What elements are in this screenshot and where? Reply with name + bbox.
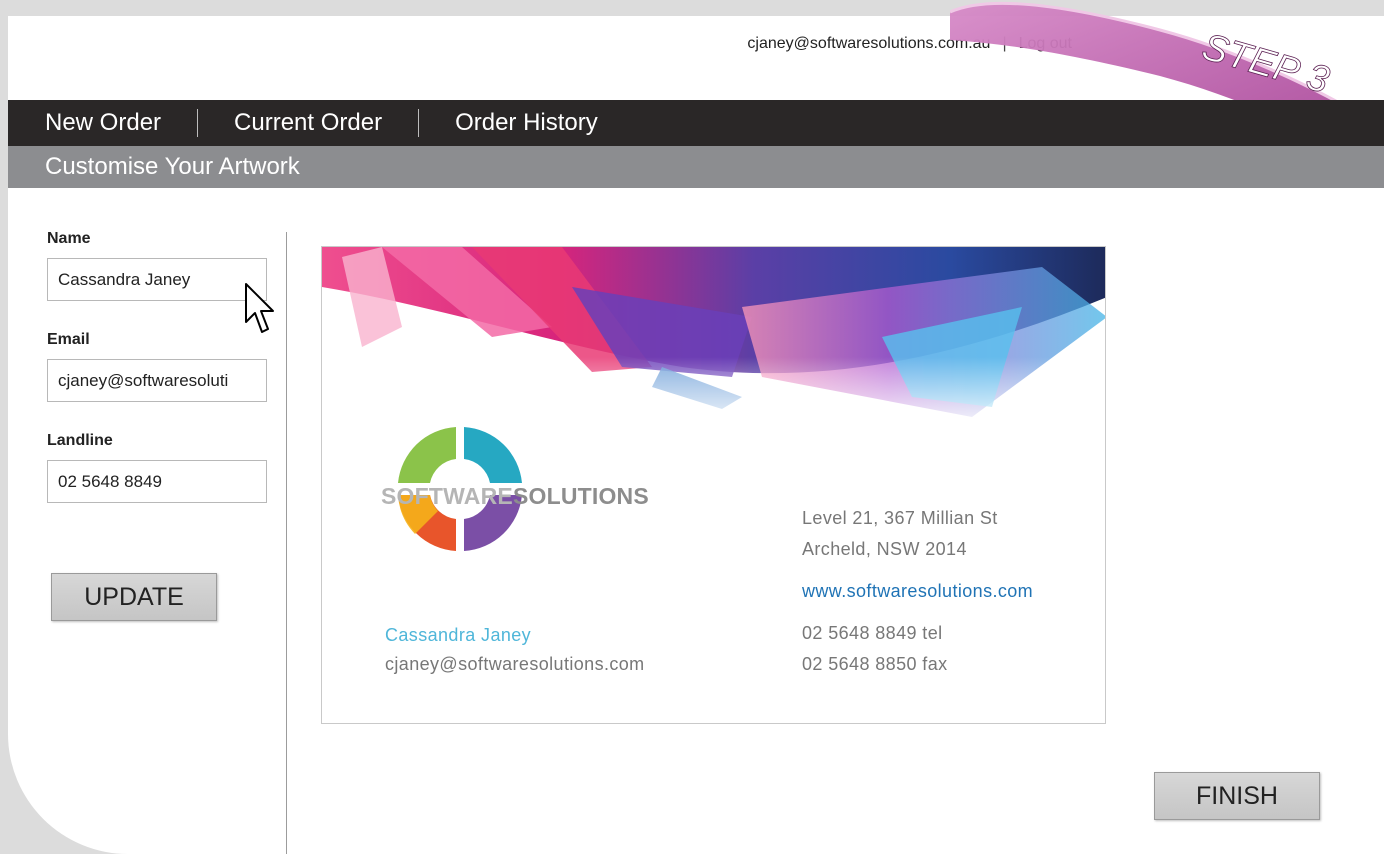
address-line-1: Level 21, 367 Millian St <box>802 508 998 528</box>
card-person-name: Cassandra Janey <box>385 625 532 645</box>
landline-label: Landline <box>47 432 113 449</box>
email-label: Email <box>47 331 90 348</box>
card-contact-block: Level 21, 367 Millian St Archeld, NSW 20… <box>802 503 1033 680</box>
business-card-preview: SOFTWARESOLUTIONS Level 21, 367 Millian … <box>321 246 1106 724</box>
card-banner-graphic <box>322 247 1105 432</box>
website-text: www.softwaresolutions.com <box>802 581 1034 601</box>
logo-text-solutions: SOLUTIONS <box>512 483 649 509</box>
card-person-email: cjaney@softwaresolutions.com <box>385 654 645 674</box>
card-person-block: Cassandra Janey cjaney@softwaresolutions… <box>385 621 645 679</box>
logout-link[interactable]: Log out <box>1019 35 1072 53</box>
user-email: cjaney@softwaresolutions.com.au <box>747 35 991 52</box>
landline-input[interactable] <box>47 460 267 503</box>
nav-order-history[interactable]: Order History <box>419 109 634 137</box>
email-input[interactable] <box>47 359 267 402</box>
phone-tel: 02 5648 8849 tel <box>802 623 943 643</box>
nav-current-order[interactable]: Current Order <box>198 109 418 137</box>
update-button[interactable]: UPDATE <box>51 573 217 621</box>
artwork-form: Name Email Landline <box>47 230 269 533</box>
name-input[interactable] <box>47 258 267 301</box>
column-divider <box>286 232 287 854</box>
section-title: Customise Your Artwork <box>45 153 300 180</box>
finish-button[interactable]: FINISH <box>1154 772 1320 820</box>
nav-new-order[interactable]: New Order <box>8 109 197 137</box>
company-logo-text: SOFTWARESOLUTIONS <box>381 483 649 510</box>
section-header: Customise Your Artwork <box>8 146 1384 188</box>
account-bar: cjaney@softwaresolutions.com.au | Log ou… <box>747 34 1072 54</box>
main-nav: New Order Current Order Order History <box>8 100 1384 146</box>
account-separator: | <box>1002 35 1007 52</box>
name-label: Name <box>47 230 91 247</box>
logo-text-software: SOFTWARE <box>381 483 513 509</box>
address-line-2: Archeld, NSW 2014 <box>802 539 967 559</box>
phone-fax: 02 5648 8850 fax <box>802 654 948 674</box>
